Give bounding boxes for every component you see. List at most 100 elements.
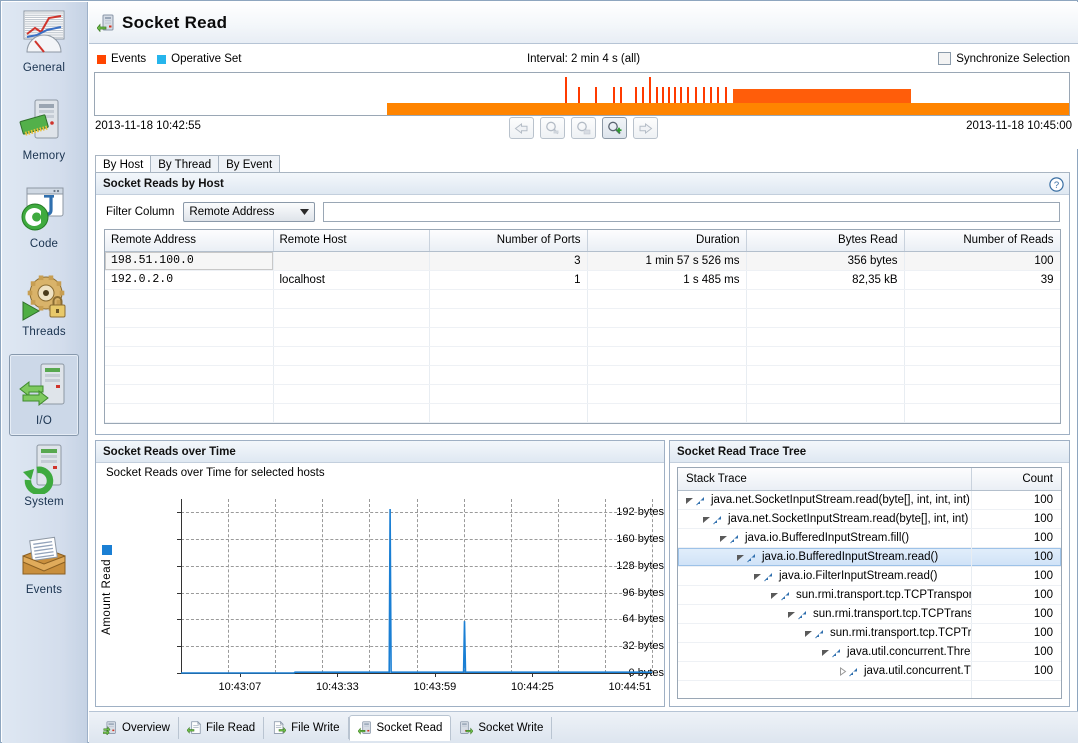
tree-row[interactable]: sun.rmi.transport.tcp.TCPTrans100 bbox=[678, 624, 1061, 643]
sidebar-item-events[interactable]: Events bbox=[2, 524, 86, 612]
tree-panel-header: Socket Read Trace Tree bbox=[670, 441, 1069, 463]
expand-triangle-icon[interactable] bbox=[701, 515, 712, 524]
sidebar: General MemoryCode Threads I/OSystemEvents bbox=[2, 2, 88, 743]
tree-row[interactable]: java.util.concurrent.Thre100 bbox=[678, 662, 1061, 681]
timeline-spike bbox=[703, 87, 705, 103]
table-row[interactable]: 192.0.2.0localhost11 s 485 ms82,35 kB39 bbox=[105, 270, 1060, 289]
zoom-in-button[interactable] bbox=[602, 117, 627, 139]
bottom-tab-overview[interactable]: Overview bbox=[95, 717, 179, 739]
table-cell-empty bbox=[587, 308, 746, 327]
synchronize-selection-checkbox[interactable]: Synchronize Selection bbox=[938, 52, 1070, 65]
sidebar-item-threads[interactable]: Threads bbox=[2, 266, 86, 354]
column-header-number-of-reads[interactable]: Number of Reads bbox=[904, 230, 1060, 251]
table-row-empty bbox=[105, 403, 1060, 422]
table-cell-empty bbox=[273, 403, 429, 422]
zoom-reset-button[interactable] bbox=[571, 117, 596, 139]
filter-column-select[interactable]: Remote Address bbox=[183, 202, 315, 222]
tab-by-host[interactable]: By Host bbox=[95, 155, 151, 173]
table-header-row: Remote AddressRemote HostNumber of Ports… bbox=[105, 230, 1060, 251]
bottom-tab-label: Socket Write bbox=[478, 722, 543, 734]
checkbox-box[interactable] bbox=[938, 52, 951, 65]
expand-triangle-icon[interactable] bbox=[803, 629, 814, 638]
table-cell-empty bbox=[105, 365, 273, 384]
bottom-tab-file-read[interactable]: File Read bbox=[179, 717, 264, 739]
expand-triangle-icon[interactable] bbox=[718, 534, 729, 543]
call-arrow-icon bbox=[814, 628, 825, 639]
column-header-remote-address[interactable]: Remote Address bbox=[105, 230, 273, 251]
timeline-spike bbox=[695, 87, 697, 103]
content-area: Socket Read Events Operative Set Interva… bbox=[89, 2, 1078, 743]
tree-row[interactable]: java.io.FilterInputStream.read()100 bbox=[678, 567, 1061, 586]
column-header-number-of-ports[interactable]: Number of Ports bbox=[429, 230, 587, 251]
tab-by-thread[interactable]: By Thread bbox=[150, 155, 219, 173]
tab-by-event[interactable]: By Event bbox=[218, 155, 280, 173]
tree-row-empty bbox=[678, 681, 1061, 699]
sidebar-item-code[interactable]: Code bbox=[2, 178, 86, 266]
sidebar-item-label: General bbox=[23, 62, 65, 74]
table-cell-empty bbox=[273, 365, 429, 384]
table-cell: 1 min 57 s 526 ms bbox=[587, 251, 746, 270]
sidebar-item-label: Threads bbox=[22, 326, 66, 338]
tree-row[interactable]: sun.rmi.transport.tcp.TCPTransport.ha100 bbox=[678, 586, 1061, 605]
table-row[interactable]: 198.51.100.031 min 57 s 526 ms356 bytes1… bbox=[105, 251, 1060, 270]
back-button[interactable] bbox=[509, 117, 534, 139]
bottom-tab-socket-read[interactable]: Socket Read bbox=[349, 715, 452, 741]
table-cell-empty bbox=[904, 422, 1060, 424]
table-cell-empty bbox=[429, 422, 587, 424]
filter-text-input[interactable] bbox=[323, 202, 1060, 222]
table-row-empty bbox=[105, 365, 1060, 384]
sidebar-item-memory[interactable]: Memory bbox=[2, 90, 86, 178]
table-cell-empty bbox=[105, 289, 273, 308]
tree-row[interactable]: java.util.concurrent.ThreadP100 bbox=[678, 643, 1061, 662]
zoom-out-button[interactable] bbox=[540, 117, 565, 139]
expand-triangle-icon[interactable] bbox=[684, 496, 695, 505]
timeline-section: Events Operative Set Interval: 2 min 4 s… bbox=[89, 44, 1078, 149]
table-cell-empty bbox=[587, 365, 746, 384]
table-cell-empty bbox=[746, 384, 904, 403]
timeline-spike bbox=[642, 87, 644, 103]
forward-button[interactable] bbox=[633, 117, 658, 139]
filter-column-value: Remote Address bbox=[189, 206, 274, 218]
socket-reads-over-time-panel: Socket Reads over Time Socket Reads over… bbox=[95, 440, 665, 707]
collapse-triangle-icon[interactable] bbox=[837, 667, 848, 676]
table-cell bbox=[273, 251, 429, 270]
host-table[interactable]: Remote AddressRemote HostNumber of Ports… bbox=[104, 229, 1061, 424]
timeline-spike bbox=[717, 87, 719, 103]
tree-row[interactable]: sun.rmi.transport.tcp.TCPTranspor100 bbox=[678, 605, 1061, 624]
timeline-spike bbox=[674, 87, 676, 103]
sidebar-item-i-o[interactable]: I/O bbox=[9, 354, 79, 436]
panel-header: Socket Reads by Host bbox=[96, 173, 1069, 195]
table-cell: 356 bytes bbox=[746, 251, 904, 270]
tree-row[interactable]: java.io.BufferedInputStream.read()100 bbox=[678, 548, 1061, 567]
column-header-bytes-read[interactable]: Bytes Read bbox=[746, 230, 904, 251]
socket-read-trace-tree-panel: Socket Read Trace Tree Stack Trace Count… bbox=[669, 440, 1070, 707]
tree-row[interactable]: java.net.SocketInputStream.read(byte[], … bbox=[678, 510, 1061, 529]
socket-reads-by-host-panel: Socket Reads by Host ? Filter Column Rem… bbox=[95, 173, 1070, 435]
bottom-tab-socket-write[interactable]: Socket Write bbox=[451, 717, 552, 739]
expand-triangle-icon[interactable] bbox=[769, 591, 780, 600]
column-header-duration[interactable]: Duration bbox=[587, 230, 746, 251]
column-header-remote-host[interactable]: Remote Host bbox=[273, 230, 429, 251]
table-cell-empty bbox=[429, 346, 587, 365]
bottom-tab-label: Socket Read bbox=[377, 722, 443, 734]
timeline-strip[interactable] bbox=[94, 72, 1070, 116]
bottom-tab-label: Overview bbox=[122, 722, 170, 734]
help-question-icon[interactable]: ? bbox=[1048, 176, 1065, 193]
expand-triangle-icon[interactable] bbox=[786, 610, 797, 619]
expand-triangle-icon[interactable] bbox=[820, 648, 831, 657]
table-cell-empty bbox=[105, 308, 273, 327]
sidebar-item-general[interactable]: General bbox=[2, 2, 86, 90]
chart-plot-area[interactable]: Amount Read0 bytes32 bytes64 bytes96 byt… bbox=[96, 485, 664, 705]
expand-triangle-icon[interactable] bbox=[735, 553, 746, 562]
filter-column-label: Filter Column bbox=[106, 206, 174, 218]
sidebar-item-system[interactable]: System bbox=[2, 436, 86, 524]
tree-row[interactable]: java.net.SocketInputStream.read(byte[], … bbox=[678, 491, 1061, 510]
timeline-spike bbox=[662, 87, 664, 103]
bottom-tab-file-write[interactable]: File Write bbox=[264, 717, 348, 739]
stack-trace-tree[interactable]: Stack Trace Count java.net.SocketInputSt… bbox=[677, 467, 1062, 699]
table-cell-empty bbox=[105, 327, 273, 346]
table-cell: 39 bbox=[904, 270, 1060, 289]
timeline-spike bbox=[668, 87, 670, 103]
tree-row[interactable]: java.io.BufferedInputStream.fill()100 bbox=[678, 529, 1061, 548]
expand-triangle-icon[interactable] bbox=[752, 572, 763, 581]
